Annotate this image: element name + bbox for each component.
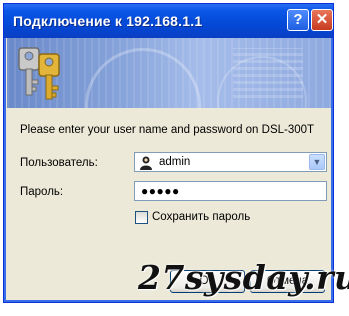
banner-decoration [85, 48, 201, 108]
help-button[interactable]: ? [287, 9, 309, 31]
header-banner [7, 38, 331, 108]
remember-password-checkbox[interactable] [135, 211, 148, 224]
user-icon [138, 155, 154, 176]
password-field[interactable]: ●●●●● [134, 181, 327, 201]
login-prompt: Please enter your user name and password… [20, 124, 315, 136]
username-label: Пользователь: [20, 157, 98, 169]
username-combobox[interactable]: admin ▼ [134, 152, 327, 172]
banner-decoration [233, 48, 303, 98]
title-bar[interactable]: Подключение к 192.168.1.1 ? ✕ [4, 4, 333, 38]
remember-password-label[interactable]: Сохранить пароль [152, 211, 250, 223]
window-title: Подключение к 192.168.1.1 [13, 13, 203, 29]
chevron-down-icon[interactable]: ▼ [309, 154, 325, 170]
password-label: Пароль: [20, 186, 64, 198]
keys-icon [13, 42, 69, 108]
username-value: admin [159, 156, 191, 168]
password-value: ●●●●● [141, 184, 180, 198]
close-button[interactable]: ✕ [311, 9, 333, 31]
site-watermark: 27sysday.ru [138, 258, 349, 297]
